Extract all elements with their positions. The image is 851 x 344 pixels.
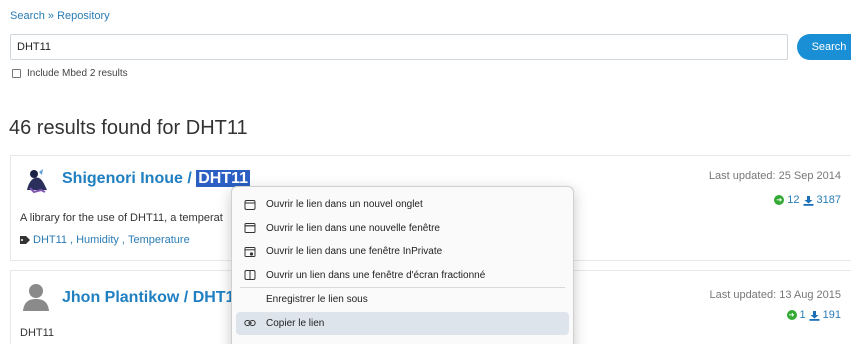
download-count: 3187 [816, 194, 841, 206]
menu-item-open-new-window[interactable]: Ouvrir le lien dans une nouvelle fenêtre [236, 217, 569, 241]
title-separator: / [182, 170, 197, 187]
repo-title: Jhon Plantikow / DHT11 [62, 289, 242, 307]
author-link[interactable]: Shigenori Inoue [62, 170, 183, 187]
import-count: 1 [799, 309, 806, 321]
menu-item-open-new-tab[interactable]: Ouvrir le lien dans un nouvel onglet [236, 193, 569, 217]
include-mbed-checkbox[interactable] [12, 69, 21, 78]
link-icon [244, 317, 256, 329]
search-bar: Search [10, 34, 851, 60]
menu-item-label: Ouvrir le lien dans un nouvel onglet [266, 199, 423, 211]
import-icon: ➜ [786, 310, 797, 320]
inprivate-window-icon [244, 246, 256, 258]
menu-item-label: Copier le lien [266, 317, 325, 329]
include-mbed-label: Include Mbed 2 results [27, 68, 128, 79]
import-count: 12 [787, 194, 800, 206]
download-count: 191 [822, 309, 841, 321]
import-icon: ➜ [774, 195, 785, 205]
tag-icon [20, 236, 30, 244]
breadcrumb-separator: » [47, 10, 55, 22]
menu-item-open-split-screen[interactable]: Ouvrir un lien dans une fenêtre d'écran … [236, 264, 569, 288]
repo-description: DHT11 [20, 327, 55, 339]
repo-description: A library for the use of DHT11, a temper… [20, 212, 223, 224]
menu-item-save-link-as[interactable]: Enregistrer le lien sous [236, 288, 569, 312]
breadcrumb-repository-link[interactable]: Repository [57, 10, 110, 22]
download-icon [809, 310, 820, 321]
author-link[interactable]: Jhon Plantikow [62, 289, 179, 306]
menu-item-label: Ouvrir le lien dans une fenêtre InPrivat… [266, 246, 443, 258]
repo-stats: ➜ 12 3187 [774, 194, 841, 206]
repo-stats: ➜ 1 191 [786, 309, 841, 321]
author-avatar[interactable] [21, 281, 51, 311]
breadcrumb-search-link[interactable]: Search [10, 10, 45, 22]
breadcrumb: Search » Repository [10, 10, 110, 22]
last-updated: Last updated: 25 Sep 2014 [708, 170, 841, 182]
tag-separator: , [70, 234, 74, 246]
menu-item-label: Ouvrir le lien dans une nouvelle fenêtre [266, 222, 440, 234]
repo-title: Shigenori Inoue / DHT11 [62, 170, 251, 188]
menu-item-open-inprivate[interactable]: Ouvrir le lien dans une fenêtre InPrivat… [236, 240, 569, 264]
download-icon [803, 195, 814, 206]
last-updated: Last updated: 13 Aug 2015 [709, 289, 841, 301]
menu-item-label: Enregistrer le lien sous [266, 294, 368, 306]
menu-item-label: Ouvrir un lien dans une fenêtre d'écran … [266, 269, 486, 281]
title-separator: / [179, 289, 193, 306]
mbed-option: Include Mbed 2 results [12, 68, 128, 79]
menu-item-copy-link[interactable]: Copier le lien [236, 311, 569, 335]
author-avatar[interactable] [21, 166, 51, 196]
split-screen-icon [244, 269, 256, 281]
tag-separator: , [121, 234, 125, 246]
tag-humidity[interactable]: Humidity [76, 234, 119, 246]
new-window-icon [244, 222, 256, 234]
tag-dht11[interactable]: DHT11 [33, 234, 67, 246]
search-button[interactable]: Search [797, 34, 851, 60]
tag-temperature[interactable]: Temperature [128, 234, 190, 246]
tag-list: DHT11, Humidity, Temperature [20, 234, 190, 246]
new-tab-icon [244, 199, 256, 211]
context-menu: Ouvrir le lien dans un nouvel onglet Ouv… [231, 186, 574, 344]
search-input[interactable] [10, 34, 788, 60]
repo-link[interactable]: DHT11 [196, 170, 251, 187]
results-heading: 46 results found for DHT11 [9, 117, 248, 139]
